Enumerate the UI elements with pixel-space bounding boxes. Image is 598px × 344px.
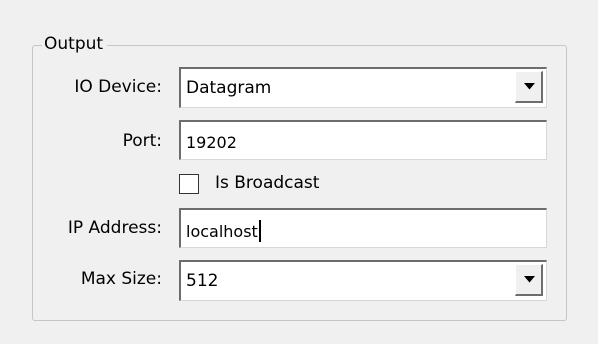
is-broadcast-label[interactable]: Is Broadcast [215,172,319,194]
chevron-down-icon [524,83,535,90]
port-value: 19202 [186,133,237,152]
io-device-dropdown[interactable]: Datagram [179,67,547,108]
ip-address-value: localhost [186,222,258,241]
max-size-value: 512 [186,271,219,291]
port-input[interactable]: 19202 [179,120,547,160]
port-label: Port: [122,131,162,151]
max-size-dropdown-button[interactable] [515,264,543,296]
output-group-title: Output [42,33,108,55]
io-device-value: Datagram [186,78,272,98]
is-broadcast-checkbox[interactable] [179,174,199,194]
ip-address-input[interactable]: localhost [179,208,547,248]
ip-address-label: IP Address: [67,218,162,238]
text-caret [258,220,261,242]
io-device-dropdown-button[interactable] [515,71,543,103]
max-size-dropdown[interactable]: 512 [179,260,547,301]
chevron-down-icon [524,276,535,283]
io-device-label: IO Device: [74,77,162,97]
max-size-label: Max Size: [80,269,162,289]
